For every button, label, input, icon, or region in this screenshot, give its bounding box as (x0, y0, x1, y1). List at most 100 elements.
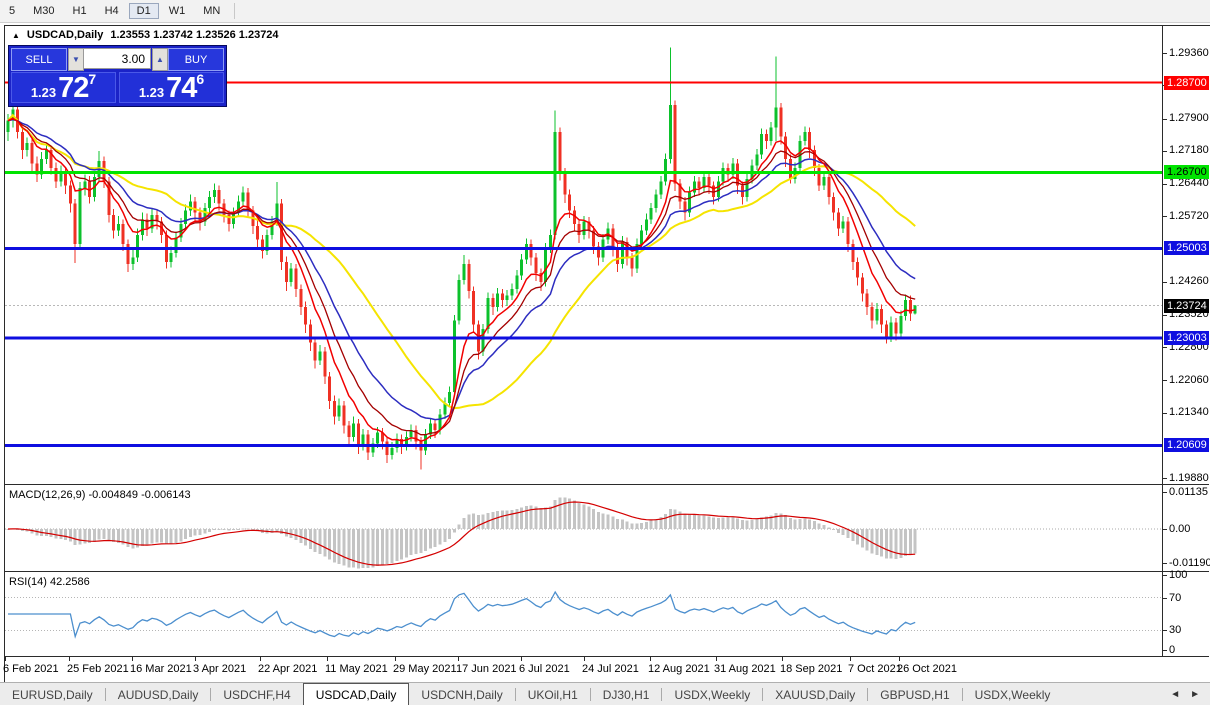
price-scale-tick (1163, 347, 1167, 348)
volume-input[interactable]: 3.00 (83, 48, 151, 69)
time-axis-tick (850, 657, 851, 661)
timeframe-button-mn[interactable]: MN (195, 3, 228, 19)
tab-scroll-nav: ◄► (1170, 683, 1210, 705)
chart-tab-usdx-weekly[interactable]: USDX,Weekly (662, 683, 762, 705)
timeframe-toolbar: 5M30H1H4D1W1MN (0, 0, 1210, 23)
buy-price-sup: 6 (196, 74, 204, 84)
rsi-scale-tick (1163, 650, 1167, 651)
chart-tab-xauusd-daily[interactable]: XAUUSD,Daily (763, 683, 867, 705)
price-badge-1.23003: 1.23003 (1164, 331, 1209, 345)
time-axis-label: 16 Mar 2021 (130, 663, 192, 675)
sell-price-sup: 7 (88, 74, 96, 84)
chart-tab-gbpusd-h1[interactable]: GBPUSD,H1 (868, 683, 961, 705)
time-axis-tick (195, 657, 196, 661)
buy-price-display[interactable]: 1.23746 (119, 72, 224, 103)
chart-tab-usdx-weekly[interactable]: USDX,Weekly (963, 683, 1063, 705)
rsi-scale-label: 0 (1169, 644, 1175, 656)
time-axis-tick (899, 657, 900, 661)
chart-tab-ukoil-h1[interactable]: UKOil,H1 (516, 683, 590, 705)
volume-increase-button[interactable]: ▲ (152, 48, 168, 71)
price-badge-1.26700: 1.26700 (1164, 165, 1209, 179)
buy-button[interactable]: BUY (168, 48, 224, 71)
macd-scale-label: -0.011904 (1169, 557, 1210, 569)
rsi-scale-tick (1163, 630, 1167, 631)
ma-slow-line (8, 120, 915, 420)
chart-title: ▲ USDCAD,Daily 1.23553 1.23742 1.23526 1… (12, 29, 279, 41)
rsi-panel-splitter[interactable] (4, 571, 1209, 572)
price-badge-1.23724: 1.23724 (1164, 299, 1209, 313)
ma-slowest-line (8, 115, 915, 408)
price-scale-tick (1163, 380, 1167, 381)
timeframe-button-d1[interactable]: D1 (129, 3, 159, 19)
chart-tab-eurusd-daily[interactable]: EURUSD,Daily (0, 683, 105, 705)
sell-price-display[interactable]: 1.23727 (11, 72, 116, 103)
chart-ohlc-values: 1.23553 1.23742 1.23526 1.23724 (110, 29, 278, 41)
timeframe-button-w1[interactable]: W1 (161, 3, 194, 19)
time-axis-divider (4, 656, 1209, 657)
tab-scroll-right-icon[interactable]: ► (1190, 689, 1200, 700)
price-scale-label: 1.27900 (1169, 112, 1209, 125)
price-badge-1.28700: 1.28700 (1164, 76, 1209, 90)
price-scale-tick (1163, 315, 1167, 316)
price-badge-1.20609: 1.20609 (1164, 438, 1209, 452)
chart-tab-usdcnh-daily[interactable]: USDCNH,Daily (409, 683, 514, 705)
macd-scale-label: 0.01135 (1169, 486, 1208, 498)
rsi-scale-tick (1163, 575, 1167, 576)
mt4-window: 5M30H1H4D1W1MN ▲ USDCAD,Daily 1.23553 1.… (0, 0, 1210, 705)
macd-scale-tick (1163, 563, 1167, 564)
macd-scale-tick (1163, 492, 1167, 493)
time-axis-tick (327, 657, 328, 661)
price-chart-canvas[interactable] (5, 26, 1162, 656)
time-axis-label: 17 Jun 2021 (456, 663, 517, 675)
chevron-up-icon: ▲ (156, 55, 164, 64)
toolbar-separator (234, 3, 235, 19)
chart-tab-audusd-daily[interactable]: AUDUSD,Daily (106, 683, 211, 705)
timeframe-button-m30[interactable]: M30 (25, 3, 62, 19)
macd-indicator-label: MACD(12,26,9) -0.004849 -0.006143 (9, 489, 191, 501)
price-scale-label: 1.22060 (1169, 374, 1209, 387)
price-scale-tick (1163, 216, 1167, 217)
time-axis-label: 29 May 2021 (393, 663, 457, 675)
price-scale-tick (1163, 413, 1167, 414)
time-axis-label: 11 May 2021 (325, 663, 388, 675)
chart-symbol-label: USDCAD,Daily (27, 29, 103, 41)
macd-histogram (7, 497, 917, 568)
chart-tab-dj30-h1[interactable]: DJ30,H1 (591, 683, 662, 705)
time-axis-label: 22 Apr 2021 (258, 663, 317, 675)
time-axis-label: 3 Apr 2021 (193, 663, 246, 675)
macd-scale-label: 0.00 (1169, 523, 1190, 535)
timeframe-button-5[interactable]: 5 (1, 3, 23, 19)
time-axis-tick (458, 657, 459, 661)
time-axis-label: 7 Oct 2021 (848, 663, 902, 675)
price-scale-label: 1.26440 (1169, 177, 1209, 190)
time-axis-tick (521, 657, 522, 661)
sell-button[interactable]: SELL (11, 48, 67, 71)
buy-price-big: 74 (166, 75, 196, 101)
macd-panel-splitter[interactable] (4, 484, 1209, 485)
one-click-panel-arrow-icon[interactable]: ▲ (12, 31, 20, 40)
timeframe-button-h1[interactable]: H1 (65, 3, 95, 19)
chart-tab-usdchf-h4[interactable]: USDCHF,H4 (211, 683, 302, 705)
time-axis-label: 26 Oct 2021 (897, 663, 957, 675)
price-scale-tick (1163, 151, 1167, 152)
time-axis-label: 31 Aug 2021 (714, 663, 776, 675)
time-axis-tick (260, 657, 261, 661)
volume-decrease-button[interactable]: ▼ (68, 48, 84, 71)
time-axis-label: 12 Aug 2021 (648, 663, 710, 675)
time-axis-tick (5, 657, 6, 661)
macd-signal-line (8, 502, 915, 565)
price-scale-label: 1.25720 (1169, 210, 1209, 223)
time-axis-label: 24 Jul 2021 (582, 663, 639, 675)
timeframe-button-h4[interactable]: H4 (97, 3, 127, 19)
rsi-scale-label: 70 (1169, 592, 1181, 604)
time-axis-label: 6 Jul 2021 (519, 663, 570, 675)
price-scale-tick (1163, 282, 1167, 283)
time-axis-tick (782, 657, 783, 661)
price-scale-tick (1163, 53, 1167, 54)
price-badge-1.25003: 1.25003 (1164, 241, 1209, 255)
chevron-down-icon: ▼ (72, 55, 80, 64)
time-axis-tick (716, 657, 717, 661)
tab-scroll-left-icon[interactable]: ◄ (1170, 689, 1180, 700)
price-scale-label: 1.29360 (1169, 47, 1209, 60)
chart-tab-usdcad-daily[interactable]: USDCAD,Daily (303, 683, 410, 705)
